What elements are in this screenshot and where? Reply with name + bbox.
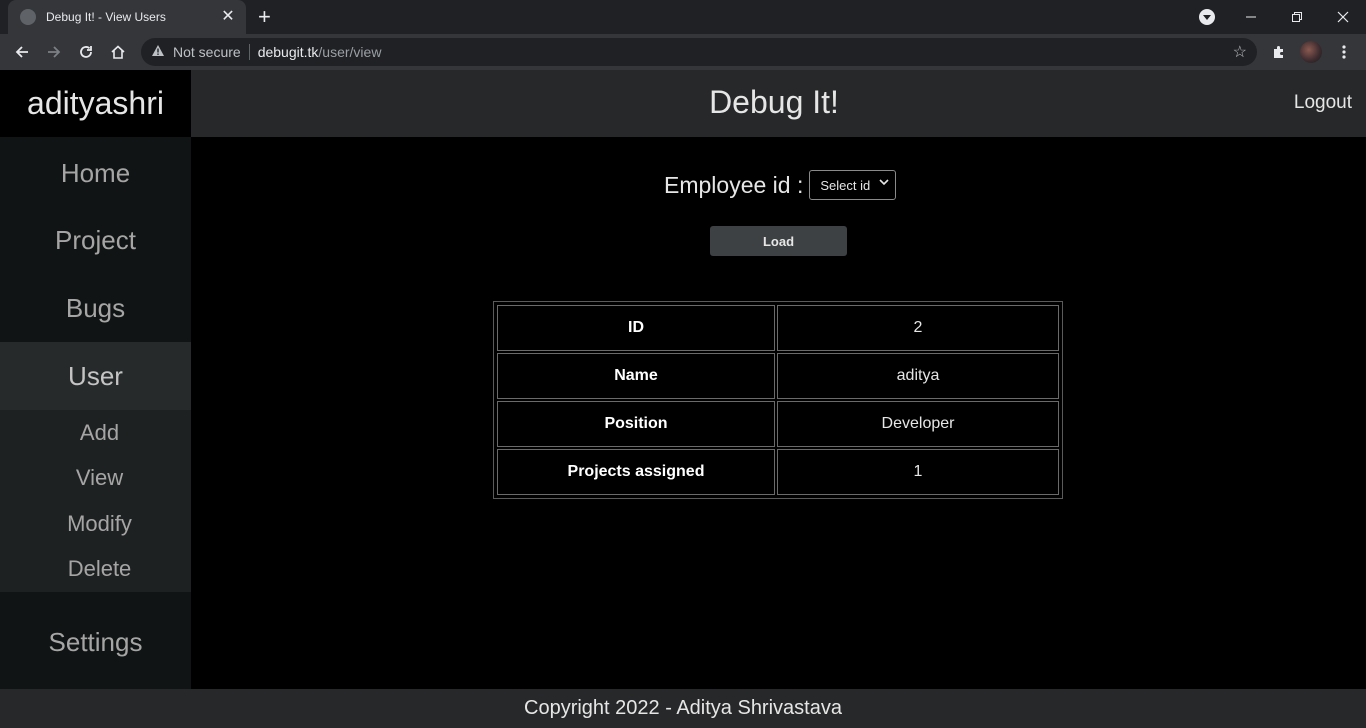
bookmark-star-icon[interactable]: ☆ [1233, 42, 1247, 62]
tab-search-icon[interactable] [1199, 9, 1215, 25]
row-value: 2 [777, 305, 1059, 351]
copyright-text: Copyright 2022 - Aditya Shrivastava [524, 697, 842, 719]
new-tab-button[interactable]: + [258, 6, 271, 28]
sidebar-item-bugs[interactable]: Bugs [0, 274, 191, 342]
table-row: ID 2 [497, 305, 1059, 351]
employee-select-row: Employee id : Select id [664, 170, 897, 200]
tab-close-icon[interactable]: ✕ [220, 9, 236, 25]
table-row: Name aditya [497, 353, 1059, 399]
tab-title: Debug It! - View Users [46, 10, 166, 24]
sidebar: Home Project Bugs User Add View Modify D… [0, 137, 191, 689]
main-content: Employee id : Select id Load ID 2 Name a… [191, 137, 1366, 689]
select-value: Select id [820, 177, 871, 193]
browser-tab[interactable]: Debug It! - View Users ✕ [8, 0, 246, 34]
sidebar-item-user[interactable]: User [0, 342, 191, 410]
table-row: Projects assigned 1 [497, 449, 1059, 495]
extensions-puzzle-icon[interactable] [1264, 34, 1294, 70]
row-key: Name [497, 353, 775, 399]
top-header: Debug It! Logout [191, 70, 1366, 137]
submenu-item-modify[interactable]: Modify [0, 501, 191, 547]
back-arrow-icon[interactable] [8, 34, 36, 70]
sidebar-item-project[interactable]: Project [0, 206, 191, 274]
row-key: Projects assigned [497, 449, 775, 495]
url-host: debugit.tk [257, 44, 319, 60]
chevron-down-icon [879, 177, 889, 190]
row-value: Developer [777, 401, 1059, 447]
footer: Copyright 2022 - Aditya Shrivastava [0, 689, 1366, 728]
security-status[interactable]: Not secure [173, 44, 241, 60]
user-submenu: Add View Modify Delete [0, 410, 191, 592]
web-page: adityashri Debug It! Logout Home Project… [0, 70, 1366, 728]
employee-id-label: Employee id : [664, 171, 804, 198]
omnibox-divider [248, 44, 250, 60]
row-value: aditya [777, 353, 1059, 399]
row-key: ID [497, 305, 775, 351]
minimize-icon[interactable] [1235, 0, 1267, 34]
row-key: Position [497, 401, 775, 447]
employee-id-select[interactable]: Select id [809, 170, 897, 200]
browser-toolbar: Not secure debugit.tk /user/view ☆ [0, 34, 1366, 70]
logout-link[interactable]: Logout [1294, 92, 1352, 114]
close-window-icon[interactable] [1327, 0, 1359, 34]
reload-icon[interactable] [72, 34, 100, 70]
user-details-table: ID 2 Name aditya Position Developer Proj… [493, 301, 1063, 499]
submenu-item-add[interactable]: Add [0, 410, 191, 456]
address-bar[interactable]: Not secure debugit.tk /user/view ☆ [141, 38, 1257, 66]
sidebar-item-home[interactable]: Home [0, 137, 191, 206]
sidebar-item-settings[interactable]: Settings [0, 592, 191, 689]
globe-icon [20, 9, 36, 25]
home-icon[interactable] [104, 34, 132, 70]
submenu-item-view[interactable]: View [0, 456, 191, 502]
load-button[interactable]: Load [710, 226, 847, 256]
restore-icon[interactable] [1281, 0, 1313, 34]
submenu-item-delete[interactable]: Delete [0, 547, 191, 593]
forward-arrow-icon[interactable] [40, 34, 68, 70]
username-brand: adityashri [0, 70, 191, 137]
row-value: 1 [777, 449, 1059, 495]
profile-avatar[interactable] [1300, 41, 1322, 63]
browser-tab-bar: Debug It! - View Users ✕ + [0, 0, 1366, 34]
table-row: Position Developer [497, 401, 1059, 447]
more-menu-icon[interactable] [1329, 34, 1359, 70]
site-title: Debug It! [709, 84, 839, 120]
warning-icon[interactable] [151, 44, 165, 60]
url-path: /user/view [318, 44, 382, 60]
